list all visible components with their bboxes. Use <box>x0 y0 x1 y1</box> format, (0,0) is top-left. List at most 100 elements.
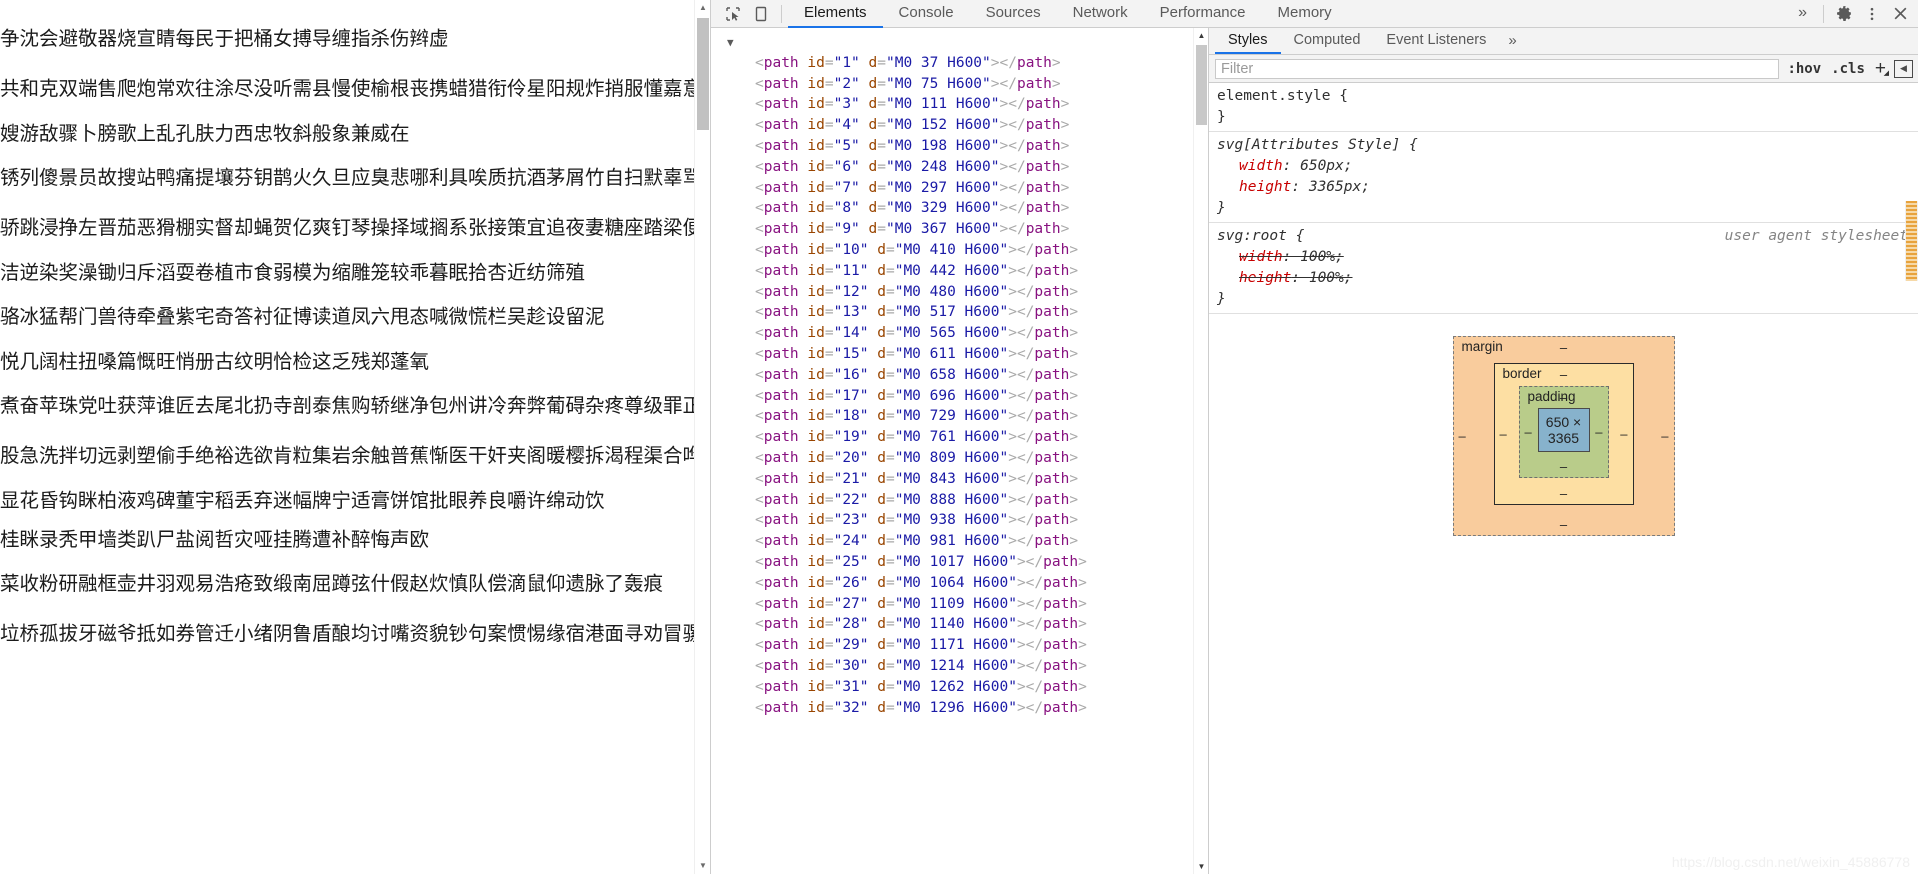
box-model-border[interactable]: border – – – – padding – – – – 650 × 336… <box>1493 363 1634 505</box>
dom-node-path[interactable]: <path id="28" d="M0 1140 H600"></path> <box>711 614 1208 635</box>
style-declaration[interactable]: width: 100%; <box>1217 247 1918 268</box>
dom-node-path[interactable]: <path id="25" d="M0 1017 H600"></path> <box>711 552 1208 573</box>
padding-right-value[interactable]: – <box>1595 426 1602 439</box>
new-style-rule-button[interactable]: + ◢ <box>1873 59 1889 78</box>
styles-more-tabs-button[interactable]: » <box>1499 28 1525 54</box>
tab-elements[interactable]: Elements <box>788 0 883 28</box>
dom-node-path[interactable]: <path id="17" d="M0 696 H600"></path> <box>711 386 1208 407</box>
style-rule[interactable]: svg:root {user agent stylesheet width: 10… <box>1209 223 1918 314</box>
box-model-padding[interactable]: padding – – – – 650 × 3365 <box>1518 386 1609 478</box>
dom-node-path[interactable]: <path id="9" d="M0 367 H600"></path> <box>711 219 1208 240</box>
tab-memory[interactable]: Memory <box>1262 0 1348 28</box>
device-toolbar-icon[interactable] <box>747 1 775 27</box>
dom-node-path[interactable]: <path id="3" d="M0 111 H600"></path> <box>711 94 1208 115</box>
margin-left-value[interactable]: – <box>1459 430 1466 443</box>
dom-node-path[interactable]: <path id="21" d="M0 843 H600"></path> <box>711 469 1208 490</box>
dom-node-defs[interactable]: ▼ <box>711 32 1208 53</box>
dom-scroll-up-arrow-icon[interactable]: ▲ <box>1194 28 1208 43</box>
dom-node-path[interactable]: <path id="31" d="M0 1262 H600"></path> <box>711 677 1208 698</box>
dom-node-path[interactable]: <path id="20" d="M0 809 H600"></path> <box>711 448 1208 469</box>
dom-node-path[interactable]: <path id="23" d="M0 938 H600"></path> <box>711 510 1208 531</box>
more-tabs-button[interactable]: » <box>1788 0 1817 28</box>
dom-node-path[interactable]: <path id="32" d="M0 1296 H600"></path> <box>711 698 1208 719</box>
dom-node-path[interactable]: <path id="6" d="M0 248 H600"></path> <box>711 157 1208 178</box>
tab-event-listeners[interactable]: Event Listeners <box>1373 28 1499 54</box>
style-rule-selector[interactable]: svg:root { <box>1217 228 1304 244</box>
border-top-value[interactable]: – <box>1560 368 1567 381</box>
style-property-value[interactable]: : 3365px; <box>1291 179 1370 195</box>
style-property-name[interactable]: height <box>1239 270 1291 286</box>
dom-node-path[interactable]: <path id="2" d="M0 75 H600"></path> <box>711 74 1208 95</box>
dom-node-path[interactable]: <path id="5" d="M0 198 H600"></path> <box>711 136 1208 157</box>
tab-styles[interactable]: Styles <box>1215 28 1281 54</box>
toggle-pseudo-class-button[interactable]: :hov <box>1785 61 1823 77</box>
margin-right-value[interactable]: – <box>1661 430 1668 443</box>
styles-filter-input[interactable] <box>1215 58 1780 79</box>
dom-scroll-down-arrow-icon[interactable]: ▼ <box>1194 859 1208 874</box>
box-model-content-size[interactable]: 650 × 3365 <box>1537 408 1590 452</box>
dom-node-path[interactable]: <path id="22" d="M0 888 H600"></path> <box>711 490 1208 511</box>
dom-node-path[interactable]: <path id="15" d="M0 611 H600"></path> <box>711 344 1208 365</box>
element-classes-button[interactable]: .cls <box>1829 61 1867 77</box>
dom-node-path[interactable]: <path id="19" d="M0 761 H600"></path> <box>711 427 1208 448</box>
style-property-name[interactable]: height <box>1239 179 1291 195</box>
tab-sources[interactable]: Sources <box>970 0 1057 28</box>
dom-node-path[interactable]: <path id="4" d="M0 152 H600"></path> <box>711 115 1208 136</box>
padding-bottom-value[interactable]: – <box>1560 460 1567 473</box>
style-declaration[interactable]: height: 3365px; <box>1217 177 1918 198</box>
styles-scrollbar-thumb[interactable] <box>1906 201 1917 281</box>
dom-vertical-scrollbar[interactable]: ▲ ▼ <box>1193 28 1208 874</box>
tab-console[interactable]: Console <box>883 0 970 28</box>
tab-performance[interactable]: Performance <box>1144 0 1262 28</box>
dom-node-path[interactable]: <path id="18" d="M0 729 H600"></path> <box>711 406 1208 427</box>
style-property-name[interactable]: width <box>1239 158 1283 174</box>
border-right-value[interactable]: – <box>1620 428 1627 441</box>
style-property-value[interactable]: : 100%; <box>1291 270 1352 286</box>
dom-node-path[interactable]: <path id="27" d="M0 1109 H600"></path> <box>711 594 1208 615</box>
margin-top-value[interactable]: – <box>1560 341 1567 354</box>
dom-node-path[interactable]: <path id="26" d="M0 1064 H600"></path> <box>711 573 1208 594</box>
inspect-element-icon[interactable] <box>719 1 747 27</box>
border-left-value[interactable]: – <box>1500 428 1507 441</box>
box-model-margin[interactable]: margin – – – – border – – – – padding – … <box>1452 336 1675 536</box>
padding-top-value[interactable]: – <box>1560 391 1567 404</box>
style-property-name[interactable]: width <box>1239 249 1283 265</box>
dom-node-path[interactable]: <path id="12" d="M0 480 H600"></path> <box>711 282 1208 303</box>
gear-icon[interactable] <box>1830 1 1858 27</box>
dom-node-path[interactable]: <path id="8" d="M0 329 H600"></path> <box>711 198 1208 219</box>
style-property-value[interactable]: : 650px; <box>1283 158 1353 174</box>
dom-tree[interactable]: ▼ <path id="1" d="M0 37 H600"></path> <pat… <box>711 28 1208 718</box>
dom-node-path[interactable]: <path id="16" d="M0 658 H600"></path> <box>711 365 1208 386</box>
style-declaration[interactable]: height: 100%; <box>1217 268 1918 289</box>
toggle-sidebar-icon[interactable]: ◀ <box>1894 59 1913 78</box>
dom-node-path[interactable]: <path id="24" d="M0 981 H600"></path> <box>711 531 1208 552</box>
expand-triangle-icon[interactable]: ▼ <box>727 36 734 49</box>
padding-left-value[interactable]: – <box>1525 426 1532 439</box>
style-rule[interactable]: element.style {} <box>1209 83 1918 132</box>
border-bottom-value[interactable]: – <box>1560 487 1567 500</box>
dom-node-path[interactable]: <path id="14" d="M0 565 H600"></path> <box>711 323 1208 344</box>
tab-computed[interactable]: Computed <box>1281 28 1374 54</box>
dom-scrollbar-thumb[interactable] <box>1196 45 1207 125</box>
page-vertical-scrollbar[interactable]: ▲ ▼ <box>694 0 710 874</box>
style-property-value[interactable]: : 100%; <box>1283 249 1344 265</box>
dom-node-path[interactable]: <path id="13" d="M0 517 H600"></path> <box>711 302 1208 323</box>
dom-node-path[interactable]: <path id="10" d="M0 410 H600"></path> <box>711 240 1208 261</box>
dom-node-path[interactable]: <path id="29" d="M0 1171 H600"></path> <box>711 635 1208 656</box>
scroll-up-arrow-icon[interactable]: ▲ <box>695 0 710 16</box>
style-declaration[interactable]: width: 650px; <box>1217 156 1918 177</box>
more-vertical-icon[interactable] <box>1858 1 1886 27</box>
tab-network[interactable]: Network <box>1057 0 1144 28</box>
scroll-down-arrow-icon[interactable]: ▼ <box>695 858 710 874</box>
style-rule-selector[interactable]: element.style { <box>1217 88 1348 104</box>
dom-node-path[interactable]: <path id="1" d="M0 37 H600"></path> <box>711 53 1208 74</box>
styles-scrollbar[interactable] <box>1905 201 1918 281</box>
page-scrollbar-thumb[interactable] <box>697 18 709 130</box>
dom-node-path[interactable]: <path id="11" d="M0 442 H600"></path> <box>711 261 1208 282</box>
close-icon[interactable] <box>1886 1 1914 27</box>
style-rule[interactable]: svg[Attributes Style] {width: 650px; heig… <box>1209 132 1918 223</box>
dom-node-path[interactable]: <path id="7" d="M0 297 H600"></path> <box>711 178 1208 199</box>
margin-bottom-value[interactable]: – <box>1560 518 1567 531</box>
style-rule-selector[interactable]: svg[Attributes Style] { <box>1217 137 1418 153</box>
dom-node-path[interactable]: <path id="30" d="M0 1214 H600"></path> <box>711 656 1208 677</box>
